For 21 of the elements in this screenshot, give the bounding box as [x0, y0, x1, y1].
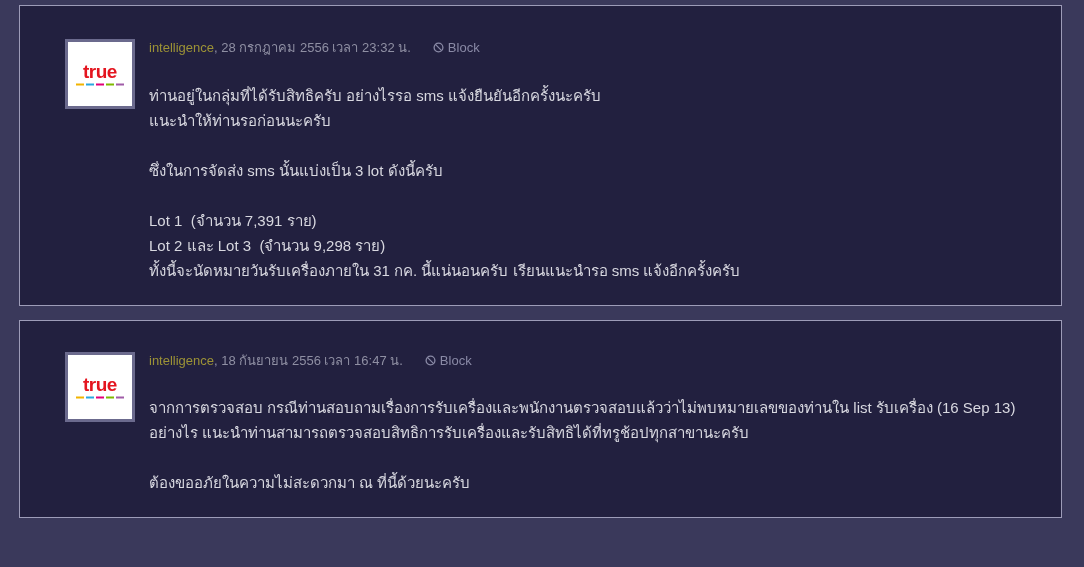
author-link[interactable]: intelligence: [149, 352, 215, 368]
text-line: ซึ่งในการจัดส่ง sms นั้นแบ่งเป็น 3 lot ดังนี้ครับ: [149, 159, 444, 181]
logo-text: true: [83, 62, 117, 81]
block-icon: [432, 42, 444, 54]
text-line: จากการตรวจสอบ กรณีท่านสอบถามเรื่องการรับเครื่องและพนักงานตรวจสอบแล้วว่าไม่พบหมายเลขของท่านใน list รับเครื่อง (16 Sep 13): [149, 397, 1017, 418]
block-link[interactable]: Block: [432, 38, 480, 58]
text-line: ทั้งนี้จะนัดหมายวันรับเครื่องภายใน 31 กค. นี้แน่นอนครับ เรียนแนะนำรอ sms แจ้งอีกครั้งครับ: [149, 259, 742, 281]
text-line: ต้องขออภัยในความไม่สะดวกมา ณ ที่นี้ด้วยนะครับ: [149, 471, 472, 493]
text-line: ท่านอยู่ในกลุ่มที่ได้รับสิทธิครับ อย่างไรรอ sms แจ้งยืนยันอีกครั้งนะครับ: [149, 84, 602, 108]
author-link[interactable]: intelligence: [149, 40, 215, 55]
block-icon: [424, 354, 436, 366]
tagline-drawing: [75, 83, 125, 86]
text-line: แนะนำให้ท่านรอก่อนนะครับ: [149, 110, 332, 131]
post-date: , 18 กันยายน 2556 เวลา 16:47 น.: [214, 352, 403, 368]
logo-text: true: [83, 374, 117, 394]
text-line: อย่างไร แนะนำท่านสามารถตรวจสอบสิทธิการรับเครื่องและรับสิทธิได้ที่ทรูช้อปทุกสาขานะครับ: [149, 422, 751, 445]
text-line: Lot 1 (จำนวน 7,391 ราย): [149, 210, 318, 231]
block-link[interactable]: Block: [424, 350, 472, 370]
post-date: , 28 กรกฎาคม 2556 เวลา 23:32 น.: [214, 40, 411, 55]
tagline-drawing: [75, 395, 125, 399]
text-line: Lot 2 และ Lot 3 (จำนวน 9,298 ราย): [149, 235, 387, 256]
